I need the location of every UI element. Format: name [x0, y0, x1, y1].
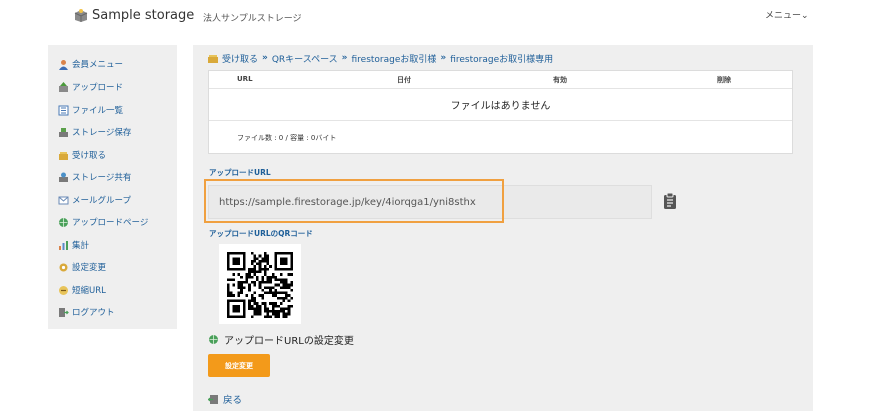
menu-dropdown[interactable]: メニュー⌄ [765, 8, 809, 21]
sidebar-item-receive[interactable]: 受け取る [58, 148, 106, 162]
copy-clipboard-icon[interactable] [663, 192, 677, 210]
sidebar-item-label: ストレージ共有 [72, 173, 132, 183]
sidebar-item-label: アップロードページ [72, 218, 149, 228]
breadcrumb-item-receive[interactable]: 受け取る [222, 52, 258, 65]
breadcrumb-separator: » [262, 53, 268, 63]
sidebar-item-label: ファイル一覧 [72, 106, 124, 116]
breadcrumb-item-client[interactable]: firestorageお取引様 [351, 52, 436, 65]
file-table: URL 日付 有効 削除 ファイルはありません ファイル数 : 0 / 容量 :… [208, 70, 793, 154]
logout-icon [59, 307, 69, 317]
change-settings-button[interactable]: 設定変更 [208, 354, 270, 377]
sidebar-item-storage-share[interactable]: ストレージ共有 [58, 170, 131, 184]
back-link[interactable]: 戻る [208, 392, 242, 406]
column-header-date: 日付 [397, 76, 411, 84]
upload-url-label: アップロードURL [209, 168, 271, 177]
column-header-valid: 有効 [553, 76, 567, 84]
breadcrumb: 受け取る » QRキースペース » firestorageお取引様 » fire… [207, 51, 553, 65]
member-icon [59, 59, 68, 70]
storage-share-icon [59, 172, 68, 182]
sidebar-item-label: メールグループ [72, 196, 131, 206]
app-logo[interactable]: Sample storage [74, 6, 194, 24]
breadcrumb-item-qr-key-space[interactable]: QRキースペース [272, 52, 338, 65]
sidebar-item-label: 受け取る [72, 151, 107, 161]
file-summary: ファイル数 : 0 / 容量 : 0バイト [237, 134, 337, 142]
globe-icon [209, 334, 218, 344]
sidebar-item-label: 短縮URL [72, 286, 106, 296]
upload-url-field[interactable] [208, 185, 652, 219]
upload-icon [59, 81, 68, 92]
sidebar-item-label: ログアウト [72, 308, 115, 318]
file-list-icon [58, 105, 69, 115]
sidebar-item-label: 設定変更 [72, 263, 107, 273]
qr-code-label: アップロードURLのQRコード [209, 229, 313, 238]
page: Sample storage 法人サンプルストレージ メニュー⌄ 会員メニュー … [0, 0, 874, 411]
mail-group-icon [58, 196, 69, 204]
upload-url-settings-link[interactable]: アップロードURLの設定変更 [208, 332, 354, 347]
stats-icon [59, 240, 68, 250]
upload-page-icon [59, 217, 68, 227]
breadcrumb-separator: » [341, 53, 348, 63]
sidebar-item-short-url[interactable]: 短縮URL [58, 283, 106, 297]
receive-icon [208, 54, 218, 63]
sidebar-item-upload-page[interactable]: アップロードページ [58, 215, 148, 229]
sidebar-item-file-list[interactable]: ファイル一覧 [58, 103, 123, 117]
sidebar-item-label: 集計 [72, 241, 90, 251]
box-logo-icon [74, 9, 88, 22]
storage-save-icon [59, 127, 68, 137]
receive-icon [59, 151, 68, 160]
company-subtitle: 法人サンプルストレージ [203, 14, 302, 24]
sidebar-item-label: アップロード [72, 83, 124, 93]
column-header-url: URL [237, 75, 253, 83]
qr-code-image [227, 252, 293, 318]
sidebar-item-storage-save[interactable]: ストレージ保存 [58, 125, 131, 139]
breadcrumb-separator: » [440, 53, 447, 63]
short-url-icon [59, 285, 68, 295]
sidebar-item-upload[interactable]: アップロード [58, 80, 123, 94]
back-icon [208, 394, 218, 404]
column-header-delete: 削除 [717, 76, 731, 84]
sidebar-item-logout[interactable]: ログアウト [58, 305, 115, 319]
sidebar-item-stats[interactable]: 集計 [58, 238, 89, 252]
table-header-row: URL 日付 有効 削除 [209, 71, 792, 89]
sidebar-item-mail-group[interactable]: メールグループ [58, 193, 131, 207]
sidebar: 会員メニュー アップロード ファイル一覧 ストレージ保存 受け取る ストレージ共… [48, 45, 177, 329]
sidebar-item-label: ストレージ保存 [72, 128, 132, 138]
settings-icon [59, 263, 68, 271]
qr-code [219, 244, 301, 324]
sidebar-item-settings[interactable]: 設定変更 [58, 260, 106, 274]
sidebar-item-label: 会員メニュー [72, 60, 124, 70]
app-title: Sample storage [92, 7, 195, 23]
settings-link-label: アップロードURLの設定変更 [224, 335, 354, 347]
empty-message: ファイルはありません [209, 89, 792, 121]
sidebar-item-member-menu[interactable]: 会員メニュー [58, 57, 123, 71]
breadcrumb-item-client-dedicated[interactable]: firestorageお取引様専用 [450, 52, 553, 65]
back-link-label: 戻る [223, 395, 243, 406]
